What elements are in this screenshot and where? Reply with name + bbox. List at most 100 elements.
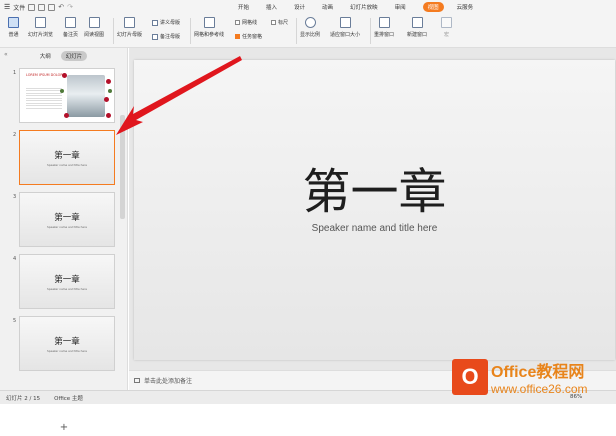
slide-title[interactable]: 第一章 — [134, 152, 615, 222]
office-logo-icon: O — [452, 359, 488, 395]
cover-body-text — [26, 86, 62, 110]
ribbon: 普通 幻灯片浏览 备注页 阅读视图 幻灯片母版 讲义母版 备注母版 网格和参考线… — [0, 14, 616, 48]
handout-master-button[interactable]: 讲义母版 — [152, 19, 180, 26]
macro-icon — [441, 17, 452, 28]
notes-placeholder: 单击此处添加备注 — [144, 378, 193, 385]
ribbon-divider — [190, 18, 191, 44]
slide-subtitle[interactable]: Speaker name and title here — [134, 223, 615, 234]
notes-master-button[interactable]: 备注母版 — [152, 33, 180, 40]
theme-name: Office 主题 — [54, 395, 83, 402]
ruler-check-icon — [271, 20, 276, 25]
watermark-title: Office教程网 — [491, 364, 585, 381]
gridlines-checkbox[interactable]: 网格线 — [235, 19, 257, 26]
slide-master-button[interactable]: 幻灯片母版 — [117, 17, 142, 38]
normal-view-icon — [8, 17, 19, 28]
leaf-decoration — [60, 89, 64, 93]
slide-master-icon — [124, 17, 135, 28]
add-slide-button[interactable]: + — [0, 422, 128, 436]
notes-page-icon — [65, 17, 76, 28]
slide-thumbnail-row[interactable]: 3 第一章 Speaker name and title here — [0, 190, 120, 250]
file-menu[interactable]: 文件 — [13, 3, 25, 12]
slide-number: 2 — [13, 132, 17, 138]
thumbnail-title: 第一章 — [54, 150, 80, 161]
slide-thumbnail[interactable]: 第一章 Speaker name and title here — [19, 254, 115, 309]
tab-view[interactable]: 视图 — [422, 2, 444, 12]
slide-thumbnail-row[interactable]: 4 第一章 Speaker name and title here — [0, 252, 120, 312]
slide-thumbnail-cover[interactable]: LOREM IPSUM DOLOR — [19, 68, 115, 123]
watermark: O Office教程网 www.office26.com — [452, 358, 588, 396]
tab-slides[interactable]: 幻灯片 — [60, 51, 88, 61]
cover-photo — [67, 75, 105, 117]
undo-icon[interactable]: ↶ — [58, 3, 64, 11]
flower-decoration — [62, 73, 67, 78]
slide-thumbnail-row[interactable]: 5 第一章 Speaker name and title here — [0, 314, 120, 374]
watermark-url: www.office26.com — [491, 382, 588, 396]
slide-thumbnail-row[interactable]: 2 第一章 Speaker name and title here — [0, 128, 120, 188]
gridlines-check-icon — [235, 20, 240, 25]
grid-icon — [203, 17, 215, 28]
normal-view-button[interactable]: 普通 — [8, 17, 19, 38]
tab-home[interactable]: 开始 — [238, 3, 249, 11]
new-window-button[interactable]: 新建窗口 — [407, 17, 427, 38]
slide-counter: 幻灯片 2 / 15 — [6, 395, 41, 402]
tab-slideshow[interactable]: 幻灯片放映 — [350, 3, 378, 11]
leaf-decoration — [108, 89, 112, 93]
hamburger-menu-icon[interactable]: ☰ — [4, 3, 10, 11]
flower-decoration — [106, 79, 111, 84]
task-pane-check-icon — [235, 34, 240, 39]
slide-thumbnail[interactable]: 第一章 Speaker name and title here — [19, 192, 115, 247]
new-window-icon — [411, 17, 423, 28]
notes-icon — [134, 378, 140, 383]
preview-icon[interactable] — [48, 3, 56, 11]
zoom-magnifier-icon — [304, 17, 316, 28]
slide-thumbnail[interactable]: 第一章 Speaker name and title here — [19, 316, 115, 371]
slide-canvas[interactable]: 第一章 Speaker name and title here — [134, 60, 615, 360]
tab-review[interactable]: 审阅 — [395, 3, 406, 11]
slide-number: 3 — [13, 194, 17, 200]
slide-sorter-icon — [35, 17, 46, 28]
thumbnail-title: 第一章 — [54, 274, 80, 285]
tab-animation[interactable]: 动画 — [322, 3, 333, 11]
ribbon-divider — [113, 18, 114, 44]
flower-decoration — [64, 113, 69, 118]
arrange-windows-icon — [378, 17, 390, 28]
slide-number: 1 — [13, 70, 17, 76]
ribbon-divider — [296, 18, 297, 44]
tab-design[interactable]: 设计 — [294, 3, 305, 11]
slide-number: 5 — [13, 318, 17, 324]
thumbnail-title: 第一章 — [54, 336, 80, 347]
save-icon[interactable] — [28, 3, 36, 11]
tab-insert[interactable]: 插入 — [266, 3, 277, 11]
zoom-button[interactable]: 显示比例 — [300, 17, 320, 38]
fit-window-icon — [339, 17, 351, 28]
thumbnail-title: 第一章 — [54, 212, 80, 223]
slide-thumbnail-selected[interactable]: 第一章 Speaker name and title here — [19, 130, 115, 185]
reading-view-button[interactable]: 阅读视图 — [84, 17, 104, 38]
print-icon[interactable] — [38, 3, 46, 11]
menu-bar: ☰ 文件 ↶ ↷ 开始 插入 设计 动画 幻灯片放映 审阅 视图 云服务 — [0, 0, 616, 14]
redo-icon[interactable]: ↷ — [67, 3, 73, 11]
collapse-panel-icon[interactable]: « — [4, 51, 8, 58]
thumbnail-subtitle: Speaker name and title here — [47, 224, 87, 229]
reading-view-icon — [88, 17, 100, 28]
ruler-checkbox[interactable]: 标尺 — [271, 19, 288, 26]
slide-thumbnail-row[interactable]: 1 LOREM IPSUM DOLOR — [0, 66, 120, 126]
slides-panel: « 大纲 幻灯片 1 LOREM IPSUM DOLOR 2 第一章 Speak… — [0, 48, 128, 433]
grid-guides-button[interactable]: 网格和参考线 — [194, 17, 224, 38]
task-pane-checkbox[interactable]: 任务窗格 — [235, 33, 262, 40]
flower-decoration — [104, 97, 109, 102]
thumbnail-subtitle: Speaker name and title here — [47, 162, 87, 167]
tab-cloud[interactable]: 云服务 — [457, 3, 474, 11]
ribbon-divider — [370, 18, 371, 44]
arrange-windows-button[interactable]: 重排窗口 — [374, 17, 394, 38]
tab-outline[interactable]: 大纲 — [40, 52, 51, 60]
notes-page-button[interactable]: 备注页 — [63, 17, 78, 38]
thumbnail-subtitle: Speaker name and title here — [47, 286, 87, 291]
slide-number: 4 — [13, 256, 17, 262]
notes-master-icon — [152, 33, 158, 40]
slide-sorter-button[interactable]: 幻灯片浏览 — [28, 17, 53, 38]
macro-button[interactable]: 宏 — [441, 17, 452, 38]
panel-tabs: 大纲 幻灯片 — [0, 48, 127, 64]
panel-scrollbar[interactable] — [120, 115, 125, 219]
fit-window-button[interactable]: 适应窗口大小 — [330, 17, 360, 38]
